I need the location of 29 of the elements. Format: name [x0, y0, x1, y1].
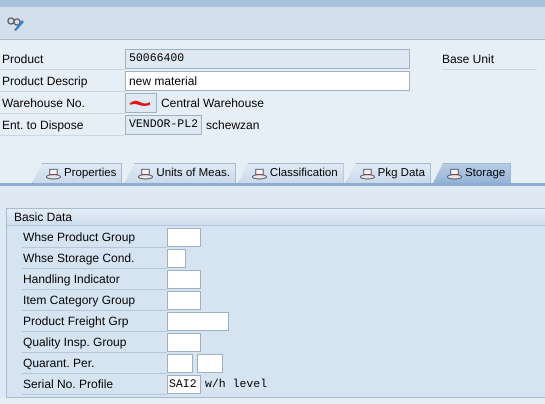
hat-icon	[46, 168, 61, 180]
hat-icon	[446, 168, 462, 180]
input-field[interactable]: VENDOR-PL2	[125, 115, 202, 135]
group-title: Basic Data	[7, 209, 545, 226]
input-field[interactable]: SAI2	[167, 375, 201, 394]
hat-icon	[360, 168, 375, 180]
input-field[interactable]: 50066400	[125, 49, 410, 69]
input-field[interactable]	[167, 270, 201, 289]
field-description: w/h level	[205, 377, 268, 393]
input-field[interactable]	[125, 93, 157, 113]
tab[interactable]: Properties	[32, 163, 122, 183]
field-description: schewzan	[206, 117, 260, 134]
tab[interactable]: Storage	[432, 163, 512, 183]
input-field[interactable]	[167, 228, 201, 247]
input-field[interactable]	[167, 354, 193, 373]
tab[interactable]: Pkg Data	[346, 163, 431, 183]
tab[interactable]: Units of Meas.	[124, 163, 236, 183]
tab[interactable]: Classification	[238, 163, 344, 183]
field-description: Central Warehouse	[161, 95, 264, 112]
input-field[interactable]	[167, 249, 186, 268]
hat-icon	[252, 168, 267, 180]
hat-icon	[138, 168, 154, 180]
input-field[interactable]	[167, 312, 229, 331]
input-field[interactable]	[197, 354, 223, 373]
input-field[interactable]: new material	[125, 71, 410, 91]
field-label: Base Unit	[442, 49, 537, 70]
redaction-mark	[129, 99, 151, 107]
input-field[interactable]	[167, 333, 201, 352]
input-field[interactable]	[167, 291, 201, 310]
